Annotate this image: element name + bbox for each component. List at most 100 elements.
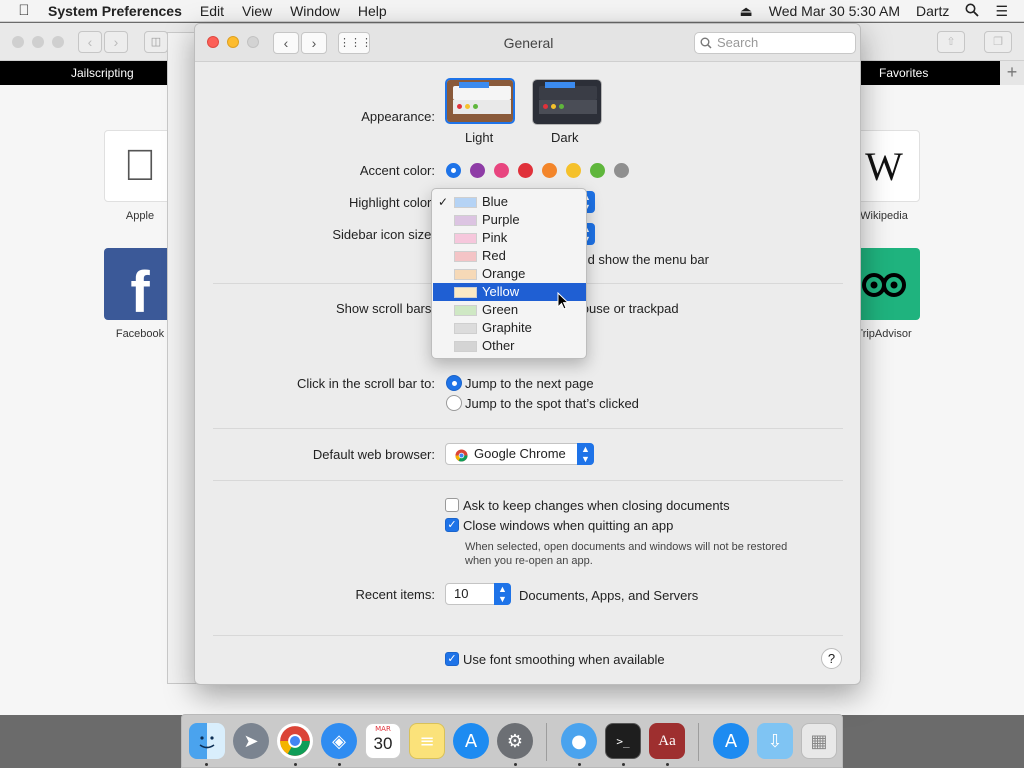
running-indicator (338, 763, 341, 766)
ask-keep-changes-checkbox[interactable] (445, 498, 459, 512)
swatch-yellow (454, 287, 477, 298)
menu-item-other[interactable]: Other (433, 337, 586, 355)
default-browser-value: Google Chrome (474, 446, 566, 461)
safari-forward-icon[interactable]: › (104, 31, 128, 53)
menu-edit[interactable]: Edit (200, 3, 224, 19)
menu-bar:  System Preferences Edit View Window He… (0, 0, 1024, 22)
close-windows-checkbox[interactable]: ✓ (445, 518, 459, 532)
sidebar-toggle-icon[interactable]: ◫ (144, 31, 168, 53)
favorite-label: Facebook (115, 328, 165, 340)
recent-items-popup[interactable]: 10 ▲ ▼ (445, 583, 511, 605)
close-windows-note-line1: When selected, open documents and window… (465, 541, 788, 553)
menu-item-pink[interactable]: Pink (433, 229, 586, 247)
close-windows-note-line2: when you re-open an app. (465, 555, 593, 567)
accent-color-red[interactable] (518, 163, 533, 178)
finder-icon[interactable] (189, 723, 225, 759)
search-input[interactable]: Search (694, 32, 856, 54)
menu-item-label: Green (482, 302, 519, 317)
facebook-logo-icon: f (104, 248, 176, 325)
notification-center-icon[interactable]: ☰ (995, 3, 1008, 20)
show-scroll-bars-label: Show scroll bars: (336, 301, 435, 316)
launchpad-rocket-icon[interactable]: ➤ (233, 723, 269, 759)
menu-view[interactable]: View (242, 3, 272, 19)
swatch-red (454, 251, 477, 262)
menu-item-purple[interactable]: Purple (433, 211, 586, 229)
appearance-dark-thumb[interactable] (532, 79, 602, 125)
running-indicator (622, 763, 625, 766)
menu-item-graphite[interactable]: Graphite (433, 319, 586, 337)
favorite-facebook[interactable]: f Facebook (104, 248, 176, 340)
messages-icon[interactable]: ● (561, 723, 597, 759)
menu-window[interactable]: Window (290, 3, 340, 19)
apple-menu-icon[interactable]:  (0, 2, 48, 19)
chrome-dock-icon[interactable] (277, 723, 313, 759)
highlight-color-label: Highlight color: (349, 195, 435, 210)
menu-help[interactable]: Help (358, 3, 387, 19)
safari-back-icon[interactable]: ‹ (78, 31, 102, 53)
help-button[interactable]: ? (821, 648, 842, 669)
accent-color-blue[interactable] (446, 163, 461, 178)
menu-item-label: Red (482, 248, 506, 263)
menu-item-red[interactable]: Red (433, 247, 586, 265)
downloads-folder-icon[interactable]: ⇩ (757, 723, 793, 759)
ask-keep-changes-label: Ask to keep changes when closing documen… (463, 498, 730, 513)
tab-jailscripting[interactable]: Jailscripting (71, 66, 134, 80)
menu-item-orange[interactable]: Orange (433, 265, 586, 283)
jump-to-spot-radio[interactable] (446, 395, 462, 411)
appearance-dark-label: Dark (551, 130, 579, 145)
app-name-menu[interactable]: System Preferences (48, 3, 182, 19)
eject-icon[interactable]: ⏏ (740, 3, 753, 20)
menubar-clock[interactable]: Wed Mar 30 5:30 AM (769, 3, 900, 19)
font-smoothing-checkbox[interactable]: ✓ (445, 652, 459, 666)
accent-color-purple[interactable] (470, 163, 485, 178)
notes-icon[interactable]: ≡ (409, 723, 445, 759)
sidebar-icon-size-label: Sidebar icon size: (332, 227, 435, 242)
swatch-purple (454, 215, 477, 226)
spotlight-search-icon[interactable] (965, 3, 980, 20)
accent-color-label: Accent color: (359, 163, 435, 178)
font-smoothing-label: Use font smoothing when available (463, 652, 665, 667)
safari-compass-icon[interactable]: ◈ (321, 723, 357, 759)
accent-color-yellow[interactable] (566, 163, 581, 178)
calendar-icon[interactable]: MAR 30 (365, 723, 401, 759)
menu-item-blue[interactable]: ✓ Blue (433, 193, 586, 211)
popup-arrows-icon: ▲▼ (494, 583, 511, 605)
checkmark-icon: ✓ (438, 195, 449, 209)
jump-next-page-radio[interactable] (446, 375, 462, 391)
accent-color-graphite[interactable] (614, 163, 629, 178)
swatch-green (454, 305, 477, 316)
tab-favorites[interactable]: Favorites (879, 66, 928, 80)
share-icon[interactable]: ⇧ (937, 31, 965, 53)
menu-item-label: Yellow (482, 284, 520, 299)
app-store-icon[interactable]: A (453, 723, 489, 759)
accent-color-pink[interactable] (494, 163, 509, 178)
accent-color-orange[interactable] (542, 163, 557, 178)
dock-separator (698, 723, 699, 761)
new-tab-icon[interactable]: + (1000, 61, 1024, 85)
dictionary-icon[interactable]: Aa (649, 723, 685, 759)
trash-icon[interactable]: ▦ (801, 723, 837, 759)
terminal-icon[interactable]: >_ (605, 723, 641, 759)
swatch-orange (454, 269, 477, 280)
running-indicator (294, 763, 297, 766)
close-windows-label: Close windows when quitting an app (463, 518, 674, 533)
tabs-overview-icon[interactable]: ❐ (984, 31, 1012, 53)
system-preferences-gear-icon[interactable]: ⚙ (497, 723, 533, 759)
accent-color-green[interactable] (590, 163, 605, 178)
highlight-color-menu: ✓ Blue Purple Pink Red Orange Yellow Gre… (431, 188, 587, 359)
safari-close-button[interactable] (12, 36, 24, 48)
recent-items-suffix: Documents, Apps, and Servers (519, 588, 699, 603)
safari-zoom-button[interactable] (52, 36, 64, 48)
favorite-apple[interactable]:  Apple (104, 130, 176, 222)
separator (213, 480, 843, 481)
swatch-pink (454, 233, 477, 244)
menubar-user[interactable]: Dartz (916, 3, 949, 19)
menu-item-label: Orange (482, 266, 526, 281)
menu-item-label: Blue (482, 194, 509, 209)
default-browser-popup[interactable]: Google Chrome ▲ ▼ (445, 443, 594, 465)
appearance-light-thumb[interactable] (445, 78, 515, 124)
dock: ➤ ◈ MAR 30 ≡ A ⚙ ● >_ Aa A ⇩ ▦ (181, 714, 843, 768)
jump-to-spot-label: Jump to the spot that’s clicked (465, 396, 639, 411)
safari-minimize-button[interactable] (32, 36, 44, 48)
app-store-downloads-icon[interactable]: A (713, 723, 749, 759)
